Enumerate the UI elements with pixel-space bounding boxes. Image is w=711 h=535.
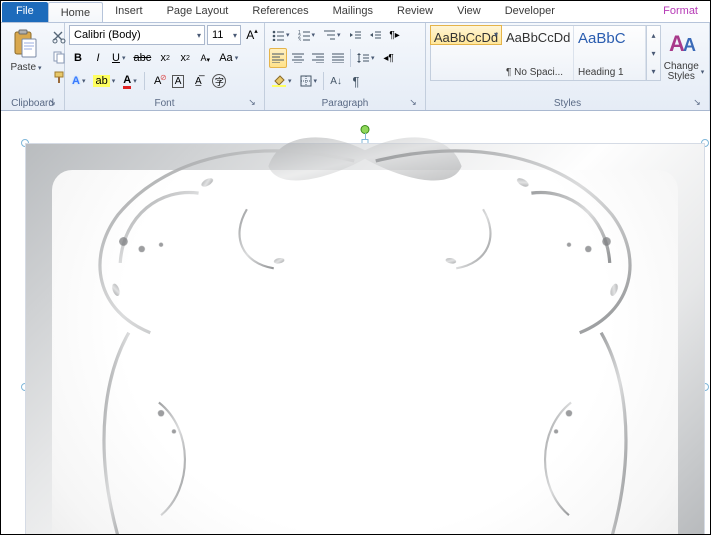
tab-home[interactable]: Home xyxy=(48,2,103,22)
tab-references[interactable]: References xyxy=(240,1,320,22)
tab-developer[interactable]: Developer xyxy=(493,1,567,22)
bullets-icon xyxy=(272,29,284,41)
tab-view[interactable]: View xyxy=(445,1,493,22)
floral-ornament xyxy=(1,118,710,534)
line-spacing-button[interactable] xyxy=(354,48,378,68)
ribbon: Paste Clipboard ↘ Calibri (Body) xyxy=(1,23,710,111)
page-frame xyxy=(25,143,705,534)
bold-button[interactable]: B xyxy=(69,48,87,68)
underline-button[interactable]: U xyxy=(109,48,128,68)
file-tab[interactable]: File xyxy=(2,2,48,22)
align-right-icon xyxy=(312,53,324,63)
text-effects-button[interactable]: A xyxy=(69,71,88,91)
align-center-icon xyxy=(292,53,304,63)
paste-icon xyxy=(10,28,42,60)
superscript-button[interactable]: x2 xyxy=(176,48,194,68)
tab-mailings[interactable]: Mailings xyxy=(321,1,385,22)
paintbrush-icon xyxy=(52,70,66,84)
document-workspace[interactable] xyxy=(1,113,710,534)
ltr-direction-button[interactable]: ¶▸ xyxy=(386,25,404,45)
shrink-font-button[interactable]: A▾ xyxy=(196,48,214,68)
change-styles-icon: AA xyxy=(668,28,700,60)
clear-formatting-button[interactable]: A⊘ xyxy=(149,71,167,91)
subscript-button[interactable]: x2 xyxy=(156,48,174,68)
svg-text:3: 3 xyxy=(298,38,301,41)
styles-launcher[interactable]: ↘ xyxy=(691,96,703,108)
font-name-select[interactable]: Calibri (Body) xyxy=(69,25,205,45)
group-label-clipboard: Clipboard ↘ xyxy=(5,96,60,110)
selected-image-object[interactable] xyxy=(25,143,705,534)
scissors-icon xyxy=(52,30,66,44)
paste-button[interactable]: Paste xyxy=(5,25,47,96)
show-marks-button[interactable]: ¶ xyxy=(347,71,365,91)
clipboard-launcher[interactable]: ↘ xyxy=(46,96,58,108)
tab-bar: File Home Insert Page Layout References … xyxy=(1,1,710,23)
group-label-font: Font ↘ xyxy=(69,96,260,110)
style-more-button[interactable]: ▾ xyxy=(647,62,660,80)
indent-icon xyxy=(369,29,381,41)
borders-button[interactable] xyxy=(297,71,321,91)
decrease-indent-button[interactable] xyxy=(346,25,364,45)
justify-button[interactable] xyxy=(329,48,347,68)
group-font: Calibri (Body) 11 A▴ B I U abc x2 x2 A▾ … xyxy=(65,23,265,110)
italic-button[interactable]: I xyxy=(89,48,107,68)
shading-button[interactable] xyxy=(269,71,295,91)
group-clipboard: Paste Clipboard ↘ xyxy=(1,23,65,110)
align-left-icon xyxy=(272,53,284,63)
style-no-spacing[interactable]: AaBbCcDd ¶ No Spaci... xyxy=(502,26,574,80)
align-center-button[interactable] xyxy=(289,48,307,68)
style-up-button[interactable]: ▴ xyxy=(647,26,660,44)
borders-icon xyxy=(300,75,312,87)
grow-font-button[interactable]: A▴ xyxy=(243,25,261,45)
tab-format[interactable]: Format xyxy=(651,1,710,22)
tab-page-layout[interactable]: Page Layout xyxy=(155,1,241,22)
sort-button[interactable]: A↓ xyxy=(327,71,345,91)
align-right-button[interactable] xyxy=(309,48,327,68)
highlight-button[interactable]: ab xyxy=(90,71,118,91)
font-color-button[interactable]: A xyxy=(120,71,139,91)
group-label-paragraph: Paragraph ↘ xyxy=(269,96,421,110)
tab-insert[interactable]: Insert xyxy=(103,1,155,22)
outdent-icon xyxy=(349,29,361,41)
font-launcher[interactable]: ↘ xyxy=(246,96,258,108)
enclose-characters-button[interactable]: 字 xyxy=(209,71,229,91)
increase-indent-button[interactable] xyxy=(366,25,384,45)
group-paragraph: 123 ¶▸ ◂¶ A↓ ¶ xyxy=(265,23,426,110)
paragraph-launcher[interactable]: ↘ xyxy=(407,96,419,108)
strikethrough-button[interactable]: abc xyxy=(130,48,154,68)
group-label-styles: Styles ↘ xyxy=(430,96,705,110)
line-spacing-icon xyxy=(357,52,369,64)
numbering-button[interactable]: 123 xyxy=(295,25,319,45)
character-border-button[interactable]: A xyxy=(169,71,188,91)
paint-bucket-icon xyxy=(272,75,286,87)
style-heading-1[interactable]: AaBbC Heading 1 xyxy=(574,26,646,80)
change-styles-label: Change Styles xyxy=(664,62,705,82)
group-styles: AaBbCcDd ¶ Normal AaBbCcDd ¶ No Spaci...… xyxy=(426,23,710,110)
font-size-select[interactable]: 11 xyxy=(207,25,241,45)
svg-text:A: A xyxy=(683,35,696,55)
style-gallery-scroll: ▴ ▾ ▾ xyxy=(646,26,660,80)
change-styles-button[interactable]: AA Change Styles xyxy=(663,25,705,96)
multilevel-list-button[interactable] xyxy=(320,25,344,45)
justify-icon xyxy=(332,53,344,63)
copy-icon xyxy=(52,50,66,64)
bullets-button[interactable] xyxy=(269,25,293,45)
multilevel-icon xyxy=(323,29,335,41)
style-normal[interactable]: AaBbCcDd ¶ Normal xyxy=(430,25,502,45)
paste-label: Paste xyxy=(10,62,41,73)
align-left-button[interactable] xyxy=(269,48,287,68)
change-case-button[interactable]: Aa xyxy=(216,48,241,68)
style-gallery: AaBbCcDd ¶ Normal AaBbCcDd ¶ No Spaci...… xyxy=(430,25,661,81)
numbering-icon: 123 xyxy=(298,29,310,41)
style-down-button[interactable]: ▾ xyxy=(647,44,660,62)
tab-review[interactable]: Review xyxy=(385,1,445,22)
phonetic-guide-button[interactable]: A̲̅ xyxy=(189,71,207,91)
rtl-direction-button[interactable]: ◂¶ xyxy=(380,48,398,68)
